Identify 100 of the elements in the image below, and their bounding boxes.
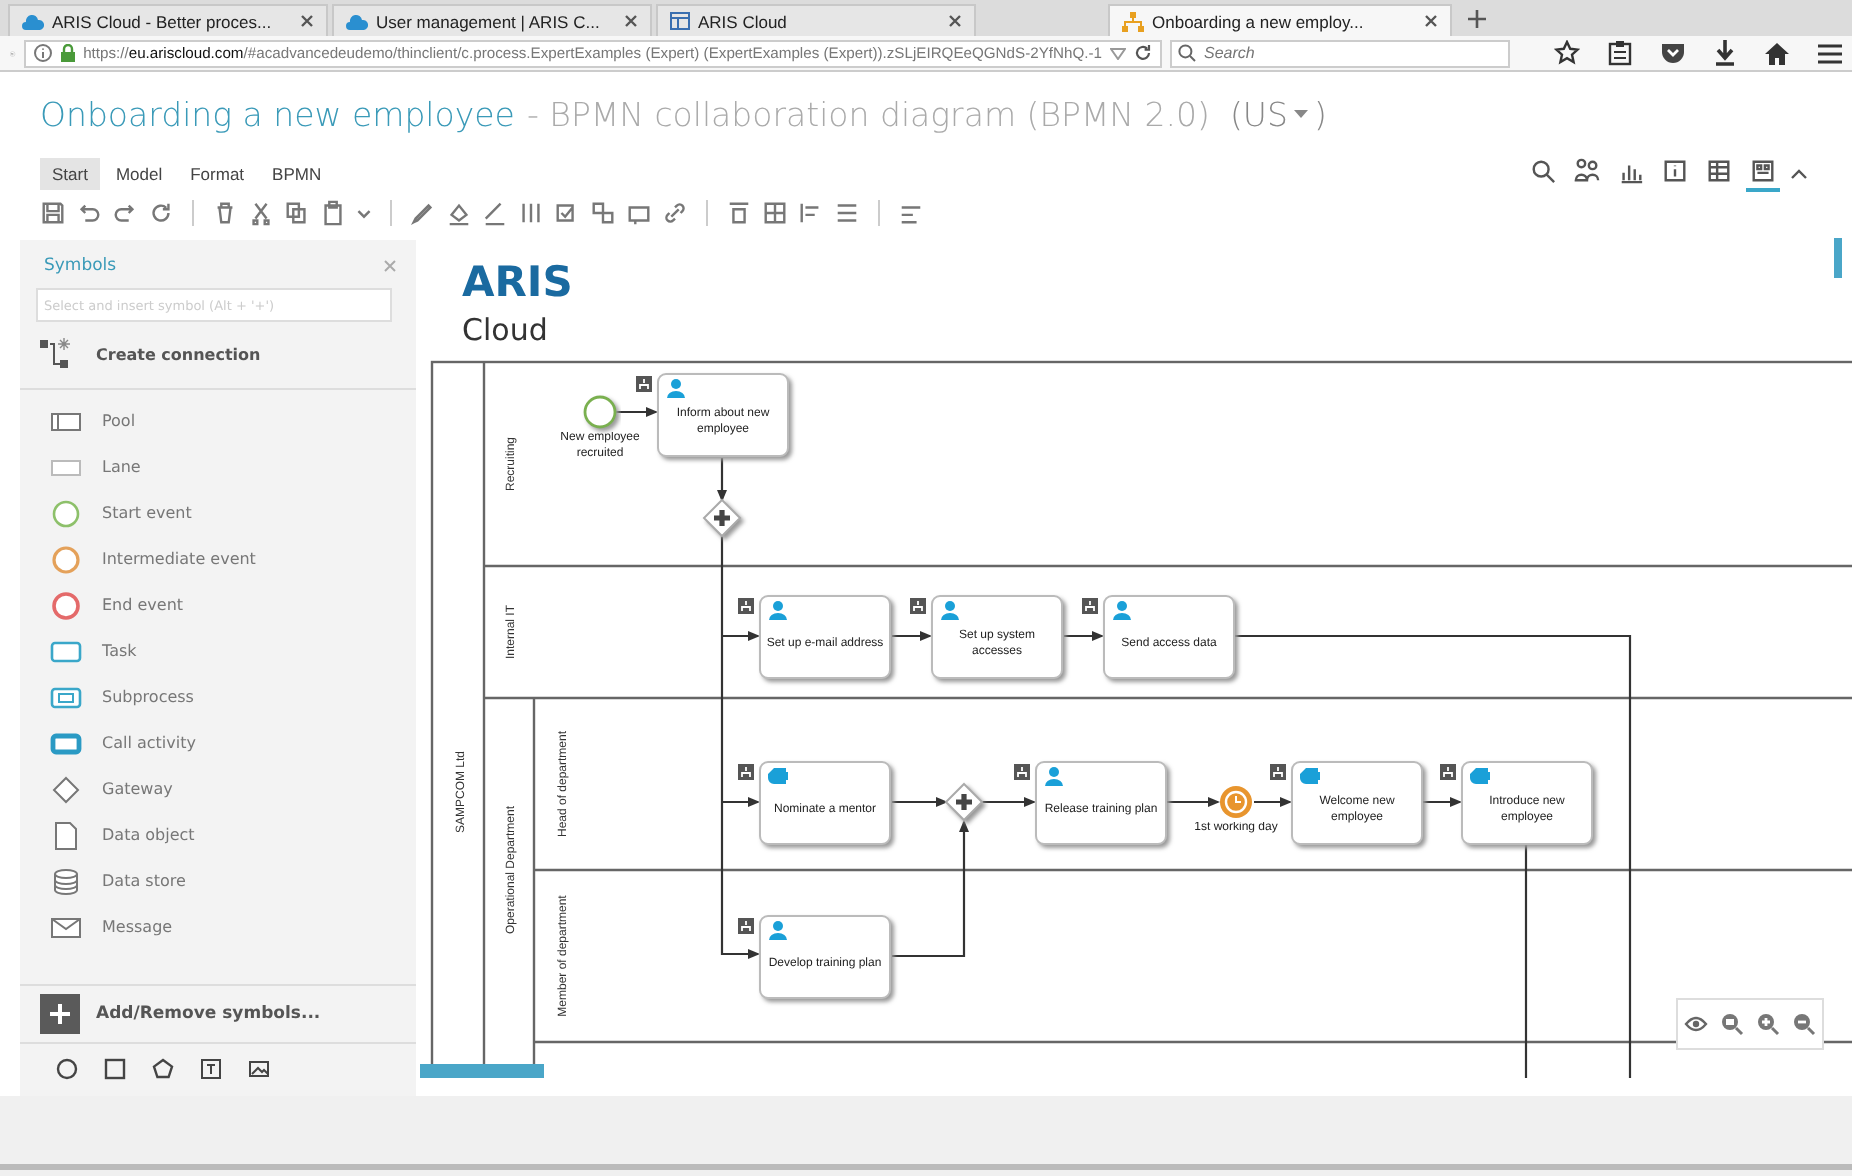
sequence-flow bbox=[616, 407, 658, 417]
line-color-icon[interactable] bbox=[482, 199, 508, 225]
create-connection-button[interactable]: Create connection bbox=[20, 322, 416, 390]
layout-icon bbox=[1750, 158, 1776, 184]
check-box-icon[interactable] bbox=[554, 199, 580, 225]
shapes-icon[interactable] bbox=[590, 199, 616, 225]
grid-icon[interactable] bbox=[762, 199, 788, 225]
language-text: (US bbox=[1229, 95, 1288, 133]
cut-icon[interactable] bbox=[248, 199, 274, 225]
sequence-flow bbox=[1166, 797, 1220, 807]
tab-title: ARIS Cloud bbox=[698, 11, 789, 31]
zoom-fit-icon[interactable] bbox=[1720, 1012, 1744, 1036]
ribbon-tab[interactable]: Format bbox=[178, 158, 257, 190]
ribbon-tab[interactable]: Start bbox=[40, 158, 100, 190]
star-icon[interactable] bbox=[1554, 40, 1580, 66]
link-icon[interactable] bbox=[662, 199, 688, 225]
task-shape bbox=[759, 761, 891, 845]
task-shape bbox=[657, 373, 789, 457]
info-icon bbox=[33, 44, 52, 62]
redo-icon[interactable] bbox=[112, 199, 138, 225]
new-tab-icon[interactable] bbox=[1468, 10, 1486, 28]
symbol-item[interactable]: Intermediate event bbox=[50, 544, 416, 575]
symbol-item[interactable]: Subprocess bbox=[50, 682, 416, 713]
symbol-item[interactable]: Gateway bbox=[50, 774, 416, 805]
symbol-item[interactable]: Data object bbox=[50, 820, 416, 851]
scroll-indicator bbox=[420, 1064, 544, 1078]
circle-tool-icon[interactable] bbox=[56, 1058, 78, 1080]
pentagon-tool-icon[interactable] bbox=[152, 1058, 174, 1080]
sequence-flow bbox=[892, 820, 969, 958]
browser-tab[interactable]: User management | ARIS C... bbox=[332, 4, 652, 36]
sequence-flow bbox=[892, 797, 948, 807]
task-shape bbox=[1103, 595, 1235, 679]
columns-icon[interactable] bbox=[518, 199, 544, 225]
paste-icon[interactable] bbox=[320, 199, 346, 225]
symbol-item[interactable]: Message bbox=[50, 912, 416, 943]
intermediate-event-icon bbox=[50, 545, 82, 574]
fill-icon[interactable] bbox=[446, 199, 472, 225]
distribute-icon[interactable] bbox=[834, 199, 860, 225]
clipboard-icon[interactable] bbox=[1608, 40, 1632, 66]
layout-view-button[interactable] bbox=[1746, 156, 1780, 192]
align-left-icon[interactable] bbox=[798, 199, 824, 225]
ribbon-tab[interactable]: Model bbox=[103, 158, 175, 190]
eye-icon[interactable] bbox=[1684, 1016, 1708, 1032]
language-selector[interactable]: (US ) bbox=[1229, 95, 1327, 133]
connection-icon bbox=[40, 338, 72, 370]
assignment-icon bbox=[910, 598, 926, 614]
dropdown-icon[interactable] bbox=[1110, 47, 1126, 59]
tab-title: Onboarding a new employ... bbox=[1152, 11, 1366, 31]
zoom-in-icon[interactable] bbox=[1756, 1012, 1780, 1036]
person-icon bbox=[1113, 601, 1131, 620]
download-icon[interactable] bbox=[1714, 40, 1736, 66]
ribbon-tab[interactable]: BPMN bbox=[260, 158, 334, 190]
refresh-icon[interactable] bbox=[148, 199, 174, 225]
pocket-icon[interactable] bbox=[1660, 41, 1686, 65]
task-shape bbox=[1035, 761, 1167, 845]
save-icon[interactable] bbox=[40, 199, 66, 225]
plus-icon bbox=[40, 994, 80, 1034]
close-icon[interactable] bbox=[1424, 14, 1438, 28]
caret-icon bbox=[1293, 109, 1308, 119]
start-event bbox=[583, 395, 617, 429]
window-icon bbox=[670, 12, 690, 30]
symbol-item[interactable]: Call activity bbox=[50, 728, 416, 759]
home-icon[interactable] bbox=[1764, 41, 1790, 65]
symbol-item[interactable]: Data store bbox=[50, 866, 416, 897]
hand-icon bbox=[768, 768, 788, 784]
browser-tab[interactable]: ARIS Cloud - Better proces... bbox=[8, 4, 328, 36]
arrange-icon[interactable] bbox=[726, 199, 752, 225]
copy-icon[interactable] bbox=[284, 199, 310, 225]
lock-icon bbox=[59, 44, 76, 62]
undo-icon[interactable] bbox=[76, 199, 102, 225]
collapse-icon[interactable] bbox=[1790, 168, 1808, 180]
browser-tab[interactable]: ARIS Cloud bbox=[656, 4, 976, 36]
rectangle-tool-icon[interactable] bbox=[104, 1058, 126, 1080]
add-remove-symbols-button[interactable]: Add/Remove symbols... bbox=[20, 984, 416, 1044]
reload-icon[interactable] bbox=[1134, 44, 1152, 62]
symbol-item[interactable]: Lane bbox=[50, 452, 416, 483]
close-icon[interactable] bbox=[948, 14, 962, 28]
search-field[interactable]: Search bbox=[1170, 39, 1510, 67]
menu-icon[interactable] bbox=[1818, 43, 1842, 63]
logo-text: ARIS bbox=[462, 258, 573, 306]
sequence-flow bbox=[1064, 631, 1104, 641]
browser-tab[interactable]: Onboarding a new employ... bbox=[1108, 4, 1452, 36]
symbol-item[interactable]: Start event bbox=[50, 498, 416, 529]
symbol-item[interactable]: Pool bbox=[50, 406, 416, 437]
hand-icon bbox=[1470, 768, 1490, 784]
close-icon[interactable] bbox=[624, 14, 638, 28]
assignment-icon bbox=[1082, 598, 1098, 614]
model-name: Onboarding a new employee bbox=[40, 95, 515, 133]
sequence-flow bbox=[982, 797, 1036, 807]
symbol-item[interactable]: Task bbox=[50, 636, 416, 667]
image-icon[interactable] bbox=[248, 1058, 270, 1080]
tab-title: User management | ARIS C... bbox=[376, 11, 602, 31]
pen-icon[interactable] bbox=[410, 199, 436, 225]
close-icon[interactable] bbox=[300, 14, 314, 28]
delete-icon[interactable] bbox=[212, 199, 238, 225]
text-box-icon[interactable] bbox=[200, 1058, 222, 1080]
zoom-out-icon[interactable] bbox=[1792, 1012, 1816, 1036]
symbol-item[interactable]: End event bbox=[50, 590, 416, 621]
panel-title: Symbols bbox=[44, 256, 117, 276]
start-event-icon bbox=[50, 499, 82, 528]
